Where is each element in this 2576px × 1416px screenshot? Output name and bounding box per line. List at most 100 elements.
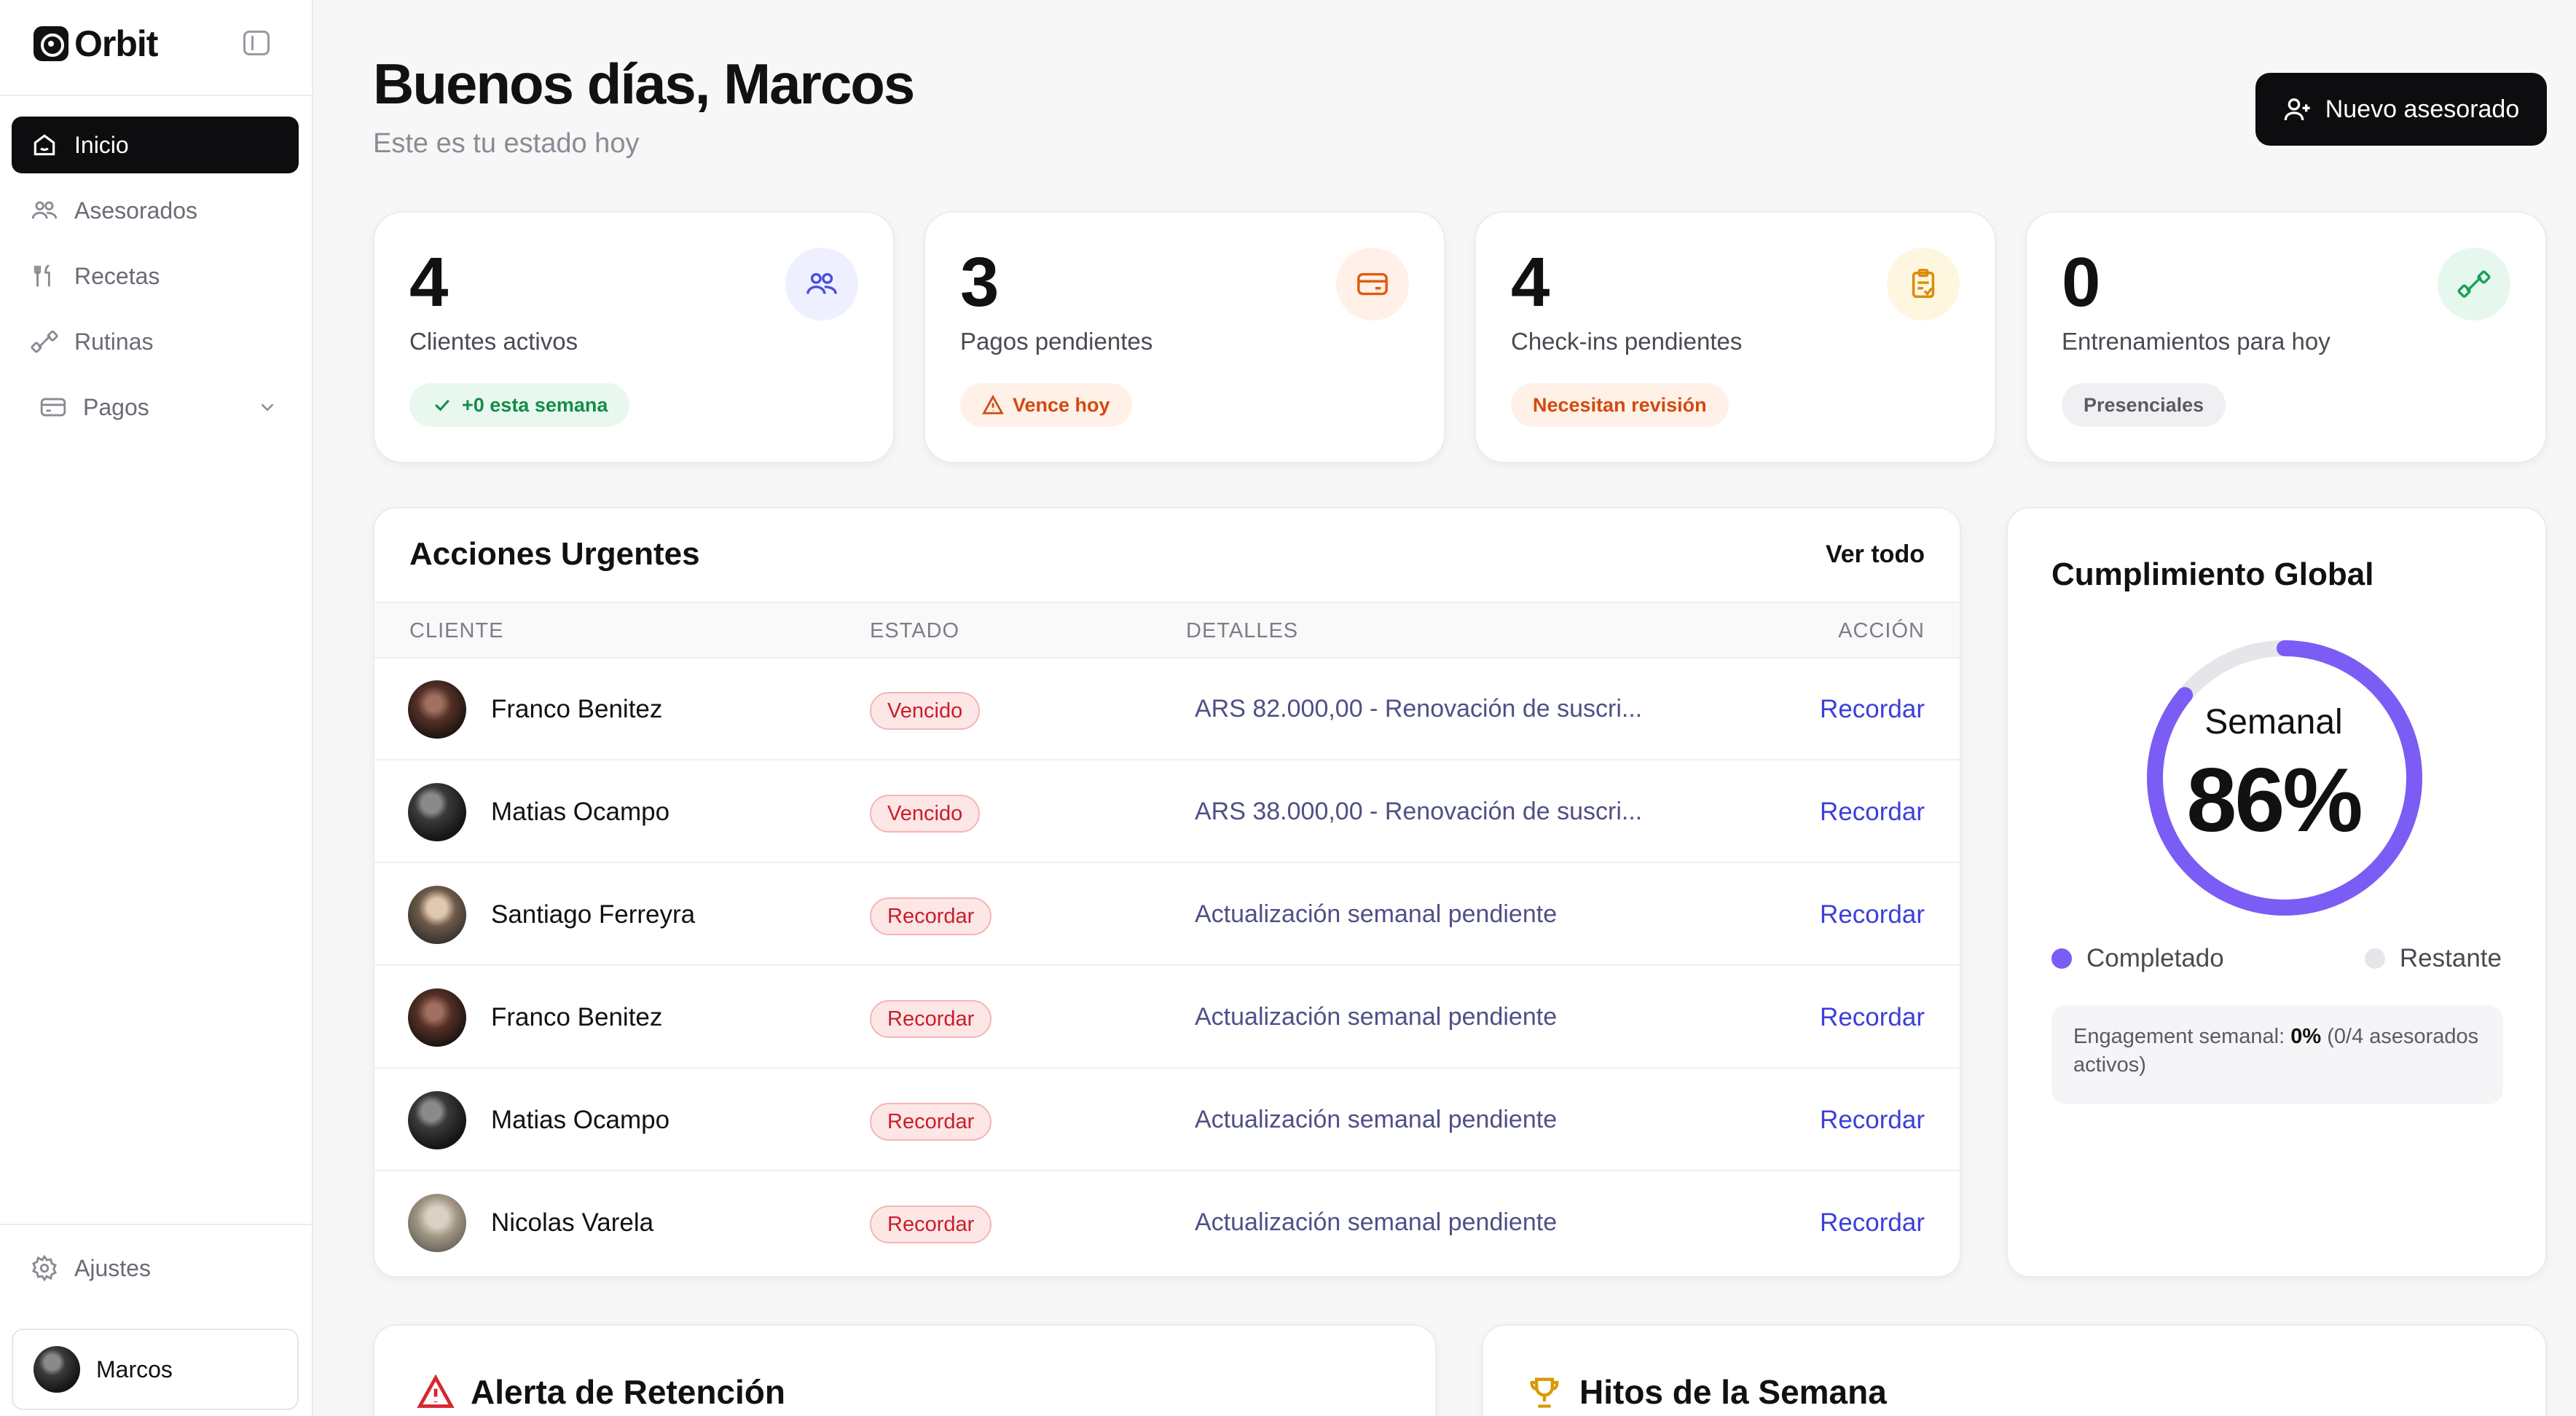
remind-button[interactable]: Recordar [1820,798,1925,827]
credit-card-icon [40,398,66,417]
stat-badge-text: +0 esta semana [462,393,608,416]
collapse-sidebar-button[interactable] [243,31,270,55]
page-title: Buenos días, Marcos [373,51,915,117]
new-client-label: Nuevo asesorado [2325,95,2520,123]
stat-label: Entrenamientos para hoy [2062,328,2330,355]
avatar [408,988,466,1047]
greeting-text: Buenos días, [373,52,724,116]
table-row: Nicolas Varela Recordar Actualización se… [374,1172,1960,1274]
stat-icon [785,248,858,320]
weekly-milestones-panel: Hitos de la Semana [1482,1324,2547,1416]
row-details: Actualización semanal pendiente [1195,900,1558,928]
remind-button[interactable]: Recordar [1820,1208,1925,1238]
column-header-estado: ESTADO [870,619,960,642]
gear-icon [32,1254,57,1282]
stat-icon [1336,248,1409,320]
row-details: Actualización semanal pendiente [1195,1106,1558,1133]
sidebar-item-label: Asesorados [74,197,197,224]
row-details: Actualización semanal pendiente [1195,1208,1558,1236]
warning-icon [982,394,1004,414]
table-header: CLIENTE ESTADO DETALLES ACCIÓN [374,602,1960,658]
status-badge: Recordar [870,1103,992,1141]
remind-button[interactable]: Recordar [1820,1003,1925,1032]
new-client-button[interactable]: Nuevo asesorado [2255,73,2547,146]
row-details: Actualización semanal pendiente [1195,1003,1558,1031]
status-badge: Recordar [870,897,992,935]
sidebar-item-label: Inicio [74,131,129,158]
status-badge: Vencido [870,795,981,833]
client-name: Santiago Ferreyra [491,900,696,929]
engagement-value: 0% [2290,1025,2322,1048]
sidebar-divider [0,1224,313,1225]
home-icon [34,134,55,156]
user-profile-card[interactable]: Marcos [12,1329,299,1410]
column-header-accion: ACCIÓN [1838,619,1925,642]
legend-dot [2364,948,2385,969]
stat-icon [2438,248,2510,320]
sidebar-item-label: Recetas [74,262,160,289]
table-row: Matias Ocampo Recordar Actualización sem… [374,1069,1960,1171]
status-badge: Recordar [870,1000,992,1038]
sidebar-item-inicio[interactable]: Inicio [12,117,299,173]
check-icon [435,399,449,412]
stat-label: Pagos pendientes [960,328,1153,355]
remind-button[interactable]: Recordar [1820,695,1925,724]
remind-button[interactable]: Recordar [1820,1106,1925,1135]
avatar [408,1091,466,1149]
sidebar-item-ajustes[interactable]: Ajustes [12,1240,299,1297]
status-badge: Recordar [870,1205,992,1243]
trophy-icon [1530,1377,1559,1408]
avatar [408,783,466,841]
table-row: Franco Benitez Recordar Actualización se… [374,967,1960,1069]
row-details: ARS 38.000,00 - Renovación de suscri... [1195,798,1643,825]
stat-card-clients: 4 Clientes activos +0 esta semana [373,211,895,463]
sidebar-item-label: Rutinas [74,328,154,355]
users-icon [31,201,58,219]
table-row: Matias Ocampo Vencido ARS 38.000,00 - Re… [374,761,1960,863]
urgent-actions-panel: Acciones Urgentes Ver todo CLIENTE ESTAD… [373,507,1961,1278]
column-header-detalles: DETALLES [1186,619,1299,642]
dumbbell-icon [2457,270,2491,298]
stat-badge: +0 esta semana [409,383,630,427]
sidebar-item-pagos[interactable]: Pagos [12,379,299,436]
view-all-link[interactable]: Ver todo [1826,540,1925,569]
utensils-icon [34,264,50,287]
panel-title-text: Alerta de Retención [471,1373,785,1411]
stat-badge: Necesitan revisión [1511,383,1729,427]
client-name: Matias Ocampo [491,1106,670,1134]
sidebar-item-label: Pagos [83,393,149,420]
legend-dot [2051,948,2072,969]
legend-completed: Completado [2051,944,2224,973]
panel-title: Hitos de la Semana [1525,1372,1887,1412]
page-subtitle: Este es tu estado hoy [373,128,640,159]
panel-title: Alerta de Retención [417,1372,785,1412]
client-name: Franco Benitez [491,1003,663,1031]
user-plus-icon [2284,98,2310,121]
retention-alert-panel: Alerta de Retención [373,1324,1437,1416]
clipboard-check-icon [1912,269,1935,298]
sidebar-divider [0,95,313,96]
table-row: Santiago Ferreyra Recordar Actualización… [374,864,1960,966]
legend-label: Completado [2086,944,2224,972]
remind-button[interactable]: Recordar [1820,900,1925,929]
sidebar-item-rutinas[interactable]: Rutinas [12,313,299,370]
engagement-summary: Engagement semanal: 0% (0/4 asesorados a… [2051,1005,2503,1104]
stat-label: Check-ins pendientes [1511,328,1743,355]
brand[interactable]: Orbit [34,22,158,66]
global-compliance-panel: Cumplimiento Global Semanal 86% Completa… [2006,507,2547,1278]
chevron-down-icon[interactable] [256,396,278,418]
user-name: Marcos [96,1356,173,1382]
stat-label: Clientes activos [409,328,578,355]
stat-value: 4 [409,243,449,321]
sidebar-item-recetas[interactable]: Recetas [12,248,299,304]
avatar [408,1194,466,1252]
sidebar-item-asesorados[interactable]: Asesorados [12,182,299,239]
stat-card-trainings: 0 Entrenamientos para hoy Presenciales [2025,211,2547,463]
status-badge: Vencido [870,692,981,730]
stat-icon [1887,248,1960,320]
stat-value: 3 [960,243,1000,321]
legend-remaining: Restante [2364,944,2502,973]
client-name: Nicolas Varela [491,1208,654,1237]
users-icon [806,272,837,294]
engagement-prefix: Engagement semanal: [2073,1025,2291,1048]
